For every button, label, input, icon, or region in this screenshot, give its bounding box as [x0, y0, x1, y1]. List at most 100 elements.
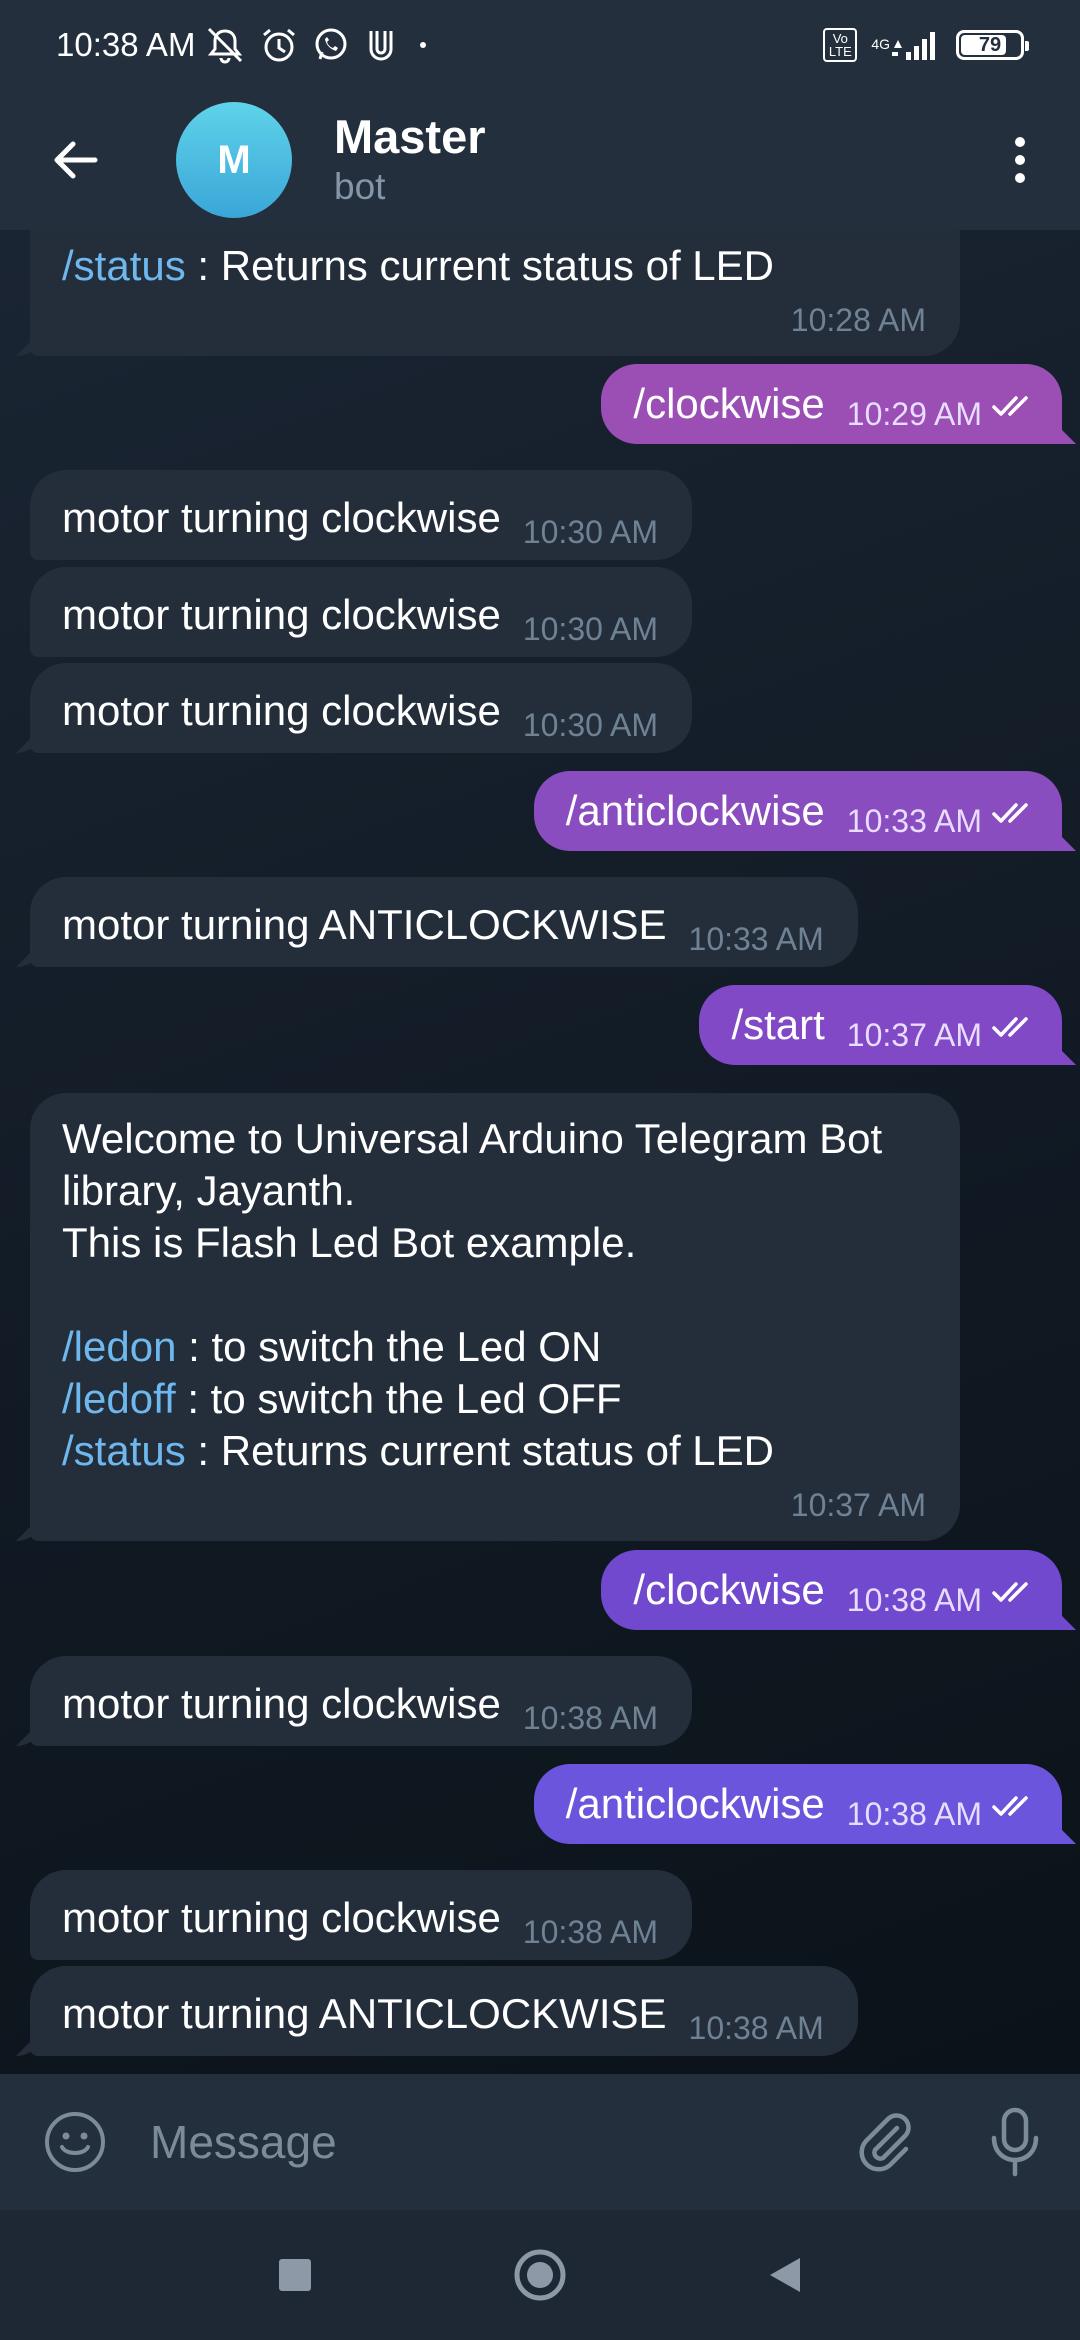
network-type: 4G [871, 36, 890, 52]
message-text: /clockwise [633, 1566, 825, 1613]
paperclip-icon [859, 2113, 911, 2172]
message-line: /ledoff : to switch the Led OFF [62, 1373, 926, 1425]
recents-square-icon [279, 2259, 311, 2291]
system-indicators: Vo LTE 4G 79 [823, 28, 1029, 62]
message-text: motor turning clockwise [62, 687, 501, 734]
message-line: Welcome to Universal Arduino Telegram Bo… [62, 1115, 883, 1162]
chat-title-block[interactable]: Master bot [334, 110, 486, 210]
message-text: motor turning clockwise [62, 1894, 501, 1941]
double-check-icon [992, 378, 1036, 430]
message-outgoing[interactable]: /start 10:37 AM [699, 985, 1062, 1065]
message-outgoing[interactable]: /anticlockwise 10:38 AM [533, 1764, 1062, 1844]
message-time: 10:28 AM [790, 302, 926, 338]
message-text: motor turning clockwise [62, 494, 501, 541]
message-time: 10:30 AM [522, 611, 659, 647]
message-line: library, Jayanth. [62, 1167, 356, 1214]
message-line: This is Flash Led Bot example. [62, 1219, 637, 1266]
message-incoming[interactable]: Welcome to Universal Arduino Telegram Bo… [30, 1093, 960, 1541]
message-outgoing[interactable]: /clockwise 10:29 AM [601, 364, 1062, 444]
dot-icon [411, 25, 435, 65]
message-time: 10:30 AM [522, 707, 659, 743]
double-check-icon [992, 1564, 1036, 1616]
battery-indicator: 79 [956, 30, 1029, 60]
microphone-button[interactable] [950, 2074, 1080, 2210]
chat-subtitle: bot [334, 166, 386, 207]
more-menu-button[interactable] [960, 90, 1080, 230]
message-incoming[interactable]: motor turning clockwise 10:30 AM [30, 567, 693, 657]
system-nav-bar [0, 2210, 1080, 2340]
double-check-icon [992, 1778, 1036, 1830]
message-text: /anticlockwise [565, 787, 825, 834]
command-link[interactable]: /ledon [62, 1323, 176, 1370]
message-time: 10:38 AM [688, 2010, 824, 2046]
attach-button[interactable] [820, 2074, 950, 2210]
alarm-icon [259, 25, 299, 65]
message-time: 10:33 AM [846, 803, 982, 839]
battery-percent: 79 [978, 33, 1002, 56]
message-text: motor turning ANTICLOCKWISE [62, 1990, 667, 2037]
message-text: motor turning clockwise [62, 591, 501, 638]
message-time: 10:29 AM [846, 396, 982, 432]
microphone-icon [991, 2107, 1039, 2177]
message-text-part: : to switch the Led ON [176, 1323, 602, 1370]
chat-title: Master [334, 110, 486, 163]
message-text: motor turning clockwise [62, 1680, 501, 1727]
message-text: /anticlockwise [565, 1780, 825, 1827]
message-text: /clockwise [633, 380, 825, 427]
message-time: 10:37 AM [790, 1487, 926, 1523]
message-outgoing[interactable]: /clockwise 10:38 AM [601, 1550, 1062, 1630]
status-time: 10:38 AM [56, 26, 196, 63]
status-bar: 10:38 AM Vo LTE 4G 79 [0, 0, 1080, 90]
home-circle-icon [514, 2249, 566, 2301]
double-check-icon [992, 999, 1036, 1051]
message-incoming[interactable]: motor turning ANTICLOCKWISE 10:33 AM [30, 877, 858, 967]
command-link[interactable]: /status [62, 242, 186, 289]
mute-icon [203, 25, 247, 65]
message-line: /ledon : to switch the Led ON [62, 1321, 926, 1373]
message-incoming[interactable]: motor turning clockwise 10:38 AM [30, 1656, 693, 1746]
more-vertical-icon [1015, 137, 1025, 183]
home-button[interactable] [418, 2210, 663, 2340]
message-text: /start [731, 1001, 825, 1048]
back-nav-button[interactable] [663, 2210, 908, 2340]
message-incoming[interactable]: motor turning ANTICLOCKWISE 10:38 AM [30, 1966, 858, 2056]
arrow-left-icon [54, 141, 98, 179]
command-link[interactable]: /status [62, 1427, 186, 1474]
message-incoming[interactable]: motor turning clockwise 10:30 AM [30, 470, 693, 560]
message-input-bar [0, 2074, 1080, 2210]
app-icon [363, 25, 399, 65]
message-time: 10:38 AM [522, 1914, 659, 1950]
message-text: motor turning ANTICLOCKWISE [62, 901, 667, 948]
message-incoming[interactable]: motor turning clockwise 10:30 AM [30, 663, 693, 753]
message-line: /status : Returns current status of LED [62, 1425, 926, 1477]
message-time: 10:30 AM [522, 514, 659, 550]
message-incoming[interactable]: /status : Returns current status of LED … [30, 230, 960, 356]
smile-icon [45, 2112, 105, 2172]
message-time: 10:33 AM [688, 921, 824, 957]
message-text-part: : Returns current status of LED [185, 242, 774, 289]
command-link[interactable]: /ledoff [62, 1375, 176, 1422]
message-time: 10:38 AM [846, 1582, 982, 1618]
signal-icon: 4G [871, 28, 942, 62]
message-list[interactable]: /status : Returns current status of LED … [0, 230, 1080, 2074]
double-check-icon [992, 785, 1036, 837]
message-time: 10:37 AM [846, 1017, 982, 1053]
message-time: 10:38 AM [522, 1700, 659, 1736]
back-triangle-icon [770, 2258, 800, 2292]
message-outgoing[interactable]: /anticlockwise 10:33 AM [533, 771, 1062, 851]
message-input[interactable] [150, 2115, 820, 2169]
message-text-part: : Returns current status of LED [185, 1427, 774, 1474]
message-text-part: : to switch the Led OFF [175, 1375, 622, 1422]
back-button[interactable] [0, 90, 150, 230]
avatar[interactable]: M [176, 102, 292, 218]
whatsapp-icon [311, 25, 351, 65]
message-incoming[interactable]: motor turning clockwise 10:38 AM [30, 1870, 693, 1960]
chat-header: M Master bot [0, 90, 1080, 230]
emoji-button[interactable] [0, 2074, 150, 2210]
message-time: 10:38 AM [846, 1796, 982, 1832]
notification-icons [203, 25, 435, 65]
recents-button[interactable] [173, 2210, 418, 2340]
message-text: /status : Returns current status of LED [62, 240, 926, 292]
volte-badge: Vo LTE [823, 28, 858, 62]
